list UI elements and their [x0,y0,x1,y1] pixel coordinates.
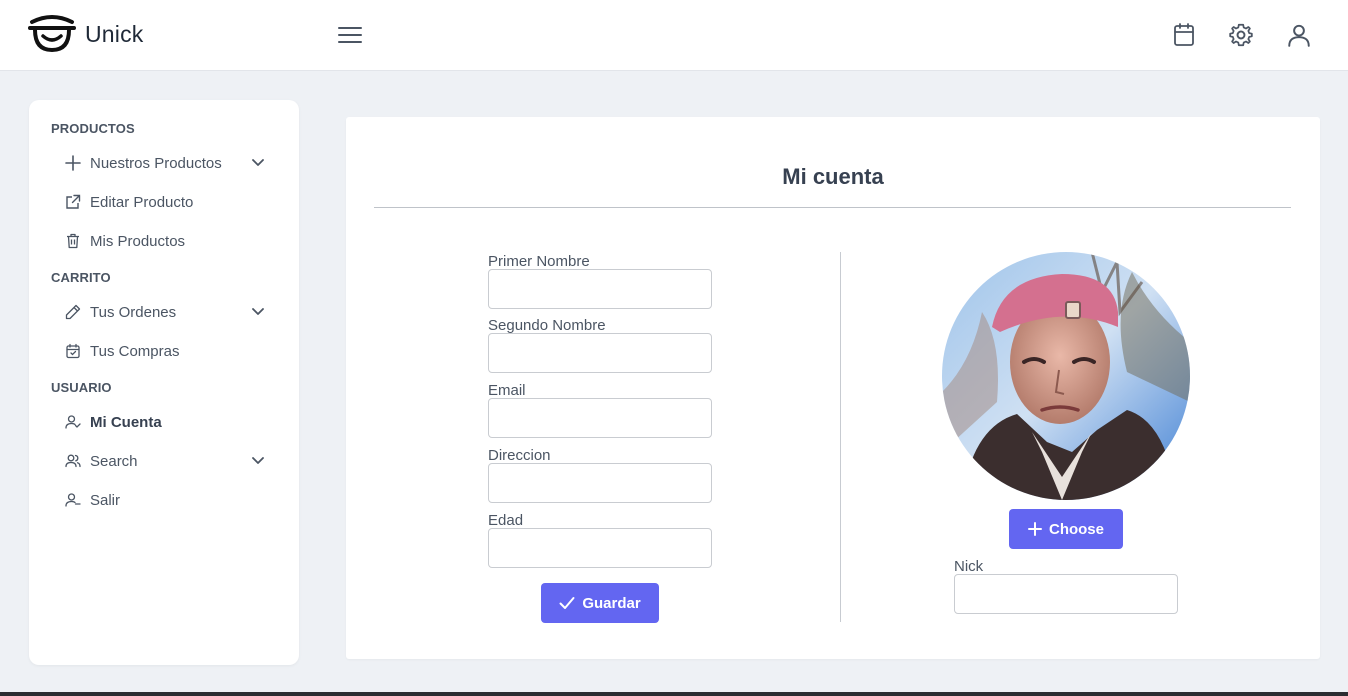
sidebar-item-label: Tus Ordenes [90,303,177,321]
sidebar-item-label: Tus Compras [90,342,180,360]
segundo-nombre-input[interactable] [488,333,712,373]
edad-label: Edad [488,512,524,529]
sidebar-item-tus-ordenes[interactable]: Tus Ordenes [63,298,268,326]
users-icon [63,451,83,471]
email-input[interactable] [488,398,712,438]
calendar-button[interactable] [1167,18,1201,52]
nick-input[interactable] [954,574,1178,614]
sidebar-item-salir[interactable]: Salir [63,486,268,514]
sidebar-item-label: Mi Cuenta [90,413,162,431]
section-title-productos: PRODUCTOS [51,121,135,136]
user-icon [1288,24,1310,47]
settings-button[interactable] [1224,18,1258,52]
sidebar-item-label: Editar Producto [90,193,194,211]
sidebar-item-nuestros-productos[interactable]: Nuestros Productos [63,149,268,177]
sidebar-item-label: Search [90,452,138,470]
section-title-usuario: USUARIO [51,380,112,395]
choose-button[interactable]: Choose [1009,509,1123,549]
segundo-nombre-label: Segundo Nombre [488,317,606,334]
calendar-icon [1174,23,1194,46]
sidebar-item-label: Mis Productos [90,232,186,250]
brand-logo[interactable]: Unick [28,14,144,54]
edad-input[interactable] [488,528,712,568]
choose-button-label: Choose [1048,520,1104,538]
nick-label: Nick [954,558,984,575]
sidebar: PRODUCTOS Nuestros Productos Editar Prod… [29,100,299,665]
user-minus-icon [63,490,83,510]
bottom-edge [0,692,1348,696]
page-title: Mi cuenta [782,164,884,189]
vertical-divider [840,252,841,622]
pencil-icon [63,302,83,322]
sidebar-item-editar-producto[interactable]: Editar Producto [63,188,268,216]
brand-name: Unick [85,20,144,47]
sidebar-item-mis-productos[interactable]: Mis Productos [63,227,268,255]
logo-icon [28,15,76,53]
primer-nombre-label: Primer Nombre [488,253,590,270]
email-label: Email [488,382,526,399]
primer-nombre-input[interactable] [488,269,712,309]
calendar-check-icon [63,341,83,361]
external-edit-icon [63,192,83,212]
chevron-down-icon[interactable] [248,153,268,173]
sidebar-item-label: Nuestros Productos [90,154,222,172]
check-icon [559,597,575,609]
sidebar-item-search[interactable]: Search [63,447,268,475]
hamburger-icon [338,27,362,43]
menu-toggle-button[interactable] [335,20,365,50]
user-button[interactable] [1282,18,1316,52]
chevron-down-icon[interactable] [248,302,268,322]
chevron-down-icon[interactable] [248,451,268,471]
sidebar-item-mi-cuenta[interactable]: Mi Cuenta [63,408,268,436]
sidebar-item-label: Salir [90,491,121,509]
direccion-label: Direccion [488,447,551,464]
profile-avatar [942,252,1190,500]
save-button[interactable]: Guardar [541,583,659,623]
account-card: Mi cuenta Primer Nombre Segundo Nombre E… [346,117,1320,659]
user-check-icon [63,412,83,432]
plus-icon [1027,522,1042,536]
save-button-label: Guardar [582,594,641,612]
gear-icon [1229,23,1253,47]
trash-icon [63,231,83,251]
top-bar: Unick [0,0,1348,71]
section-title-carrito: CARRITO [51,270,111,285]
plus-icon [63,153,83,173]
sidebar-item-tus-compras[interactable]: Tus Compras [63,337,268,365]
title-divider [374,207,1291,208]
direccion-input[interactable] [488,463,712,503]
